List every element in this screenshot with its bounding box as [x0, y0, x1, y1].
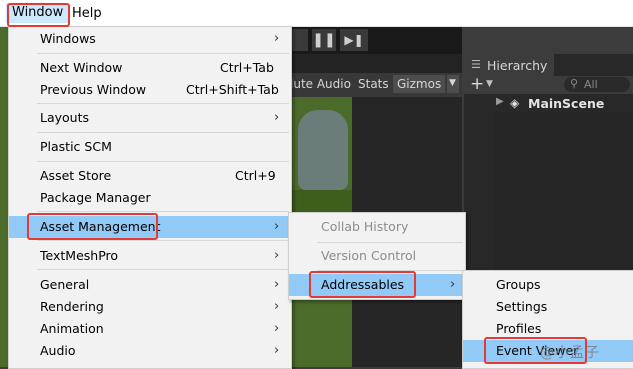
menu-item-label: Animation [40, 321, 104, 336]
search-placeholder: All [584, 78, 598, 91]
menu-separator [37, 269, 289, 270]
menu-item-plastic-scm[interactable]: Plastic SCM [9, 136, 291, 158]
menu-item-windows[interactable]: Windows › [9, 28, 291, 50]
menu-item-animation[interactable]: Animation › [9, 318, 291, 340]
chevron-right-icon: › [274, 219, 280, 234]
menu-item-label: General [40, 277, 90, 292]
gizmos-dropdown[interactable]: ▼ [447, 75, 459, 93]
tab-hierarchy[interactable]: ☰ Hierarchy [464, 54, 554, 76]
menu-item-rendering[interactable]: Rendering › [9, 296, 291, 318]
chevron-right-icon: › [450, 277, 456, 292]
menu-item-next-window[interactable]: Next Window Ctrl+Tab [9, 57, 291, 79]
menu-item-general[interactable]: General › [9, 274, 291, 296]
hierarchy-icon: ☰ [471, 58, 481, 71]
hierarchy-tab-label: Hierarchy [487, 58, 548, 73]
shortcut-label: Ctrl+Tab [220, 60, 274, 75]
menu-item-textmeshpro[interactable]: TextMeshPro › [9, 245, 291, 267]
menu-separator [37, 132, 289, 133]
menu-separator [37, 240, 289, 241]
menu-item-layouts[interactable]: Layouts › [9, 107, 291, 129]
menu-window-label: Window [12, 5, 64, 20]
menu-separator [37, 103, 289, 104]
plus-icon[interactable]: + [470, 74, 484, 94]
menu-item-label: Addressables [321, 277, 405, 292]
menu-separator [37, 211, 289, 212]
menu-item-label: TextMeshPro [40, 248, 119, 263]
asset-management-menu: Collab History Version Control Addressab… [288, 212, 466, 300]
menu-bar: Window Help [0, 0, 633, 27]
chevron-right-icon: › [274, 31, 280, 46]
menu-item-asset-store[interactable]: Asset Store Ctrl+9 [9, 165, 291, 187]
menu-separator [37, 161, 289, 162]
menu-item-settings[interactable]: Settings [463, 296, 633, 318]
chevron-right-icon: › [274, 110, 280, 125]
game-view-toolbar: lute Audio Stats Gizmos ▼ [290, 73, 462, 97]
menu-item-profiles[interactable]: Profiles [463, 318, 633, 340]
chevron-right-icon: › [274, 277, 280, 292]
unity-icon: ◈ [510, 96, 520, 110]
menu-item-asset-management[interactable]: Asset Management › [9, 216, 291, 238]
menu-item-label: Settings [496, 299, 548, 314]
window-menu: Windows › Next Window Ctrl+Tab Previous … [8, 26, 292, 369]
menu-item-audio[interactable]: Audio › [9, 340, 291, 362]
menu-window[interactable]: Window [6, 3, 68, 23]
search-icon: ⚲ [570, 77, 579, 90]
mute-audio-button[interactable]: lute Audio [290, 77, 351, 91]
menu-item-label: Layouts [40, 110, 90, 125]
chevron-down-icon[interactable]: ▼ [486, 79, 493, 89]
menu-item-label: Collab History [321, 219, 409, 234]
menu-item-label: Windows [40, 31, 96, 46]
menu-item-previous-window[interactable]: Previous Window Ctrl+Shift+Tab [9, 79, 291, 101]
menu-item-package-manager[interactable]: Package Manager [9, 187, 291, 209]
play-controls-edge[interactable] [290, 29, 308, 51]
stats-button[interactable]: Stats [358, 77, 389, 91]
gizmos-button[interactable]: Gizmos [393, 75, 445, 93]
pause-button[interactable]: ❚❚ [312, 29, 336, 51]
menu-item-label: Plastic SCM [40, 139, 112, 154]
chevron-right-icon: › [274, 343, 280, 358]
menu-item-label: Version Control [321, 248, 417, 263]
menu-item-label: Previous Window [40, 82, 147, 97]
hierarchy-search-input[interactable]: ⚲ All [564, 77, 630, 92]
menu-separator [37, 53, 289, 54]
game-character-image [298, 110, 348, 190]
menu-item-version-control: Version Control [289, 245, 465, 267]
menu-item-label: Next Window [40, 60, 123, 75]
menu-item-collab-history: Collab History [289, 216, 465, 238]
expand-arrow-icon[interactable]: ▶ [496, 96, 504, 107]
menu-separator [317, 270, 463, 271]
shortcut-label: Ctrl+9 [235, 168, 276, 183]
menu-help[interactable]: Help [72, 6, 102, 22]
step-icon: ▶❚ [344, 33, 364, 47]
chevron-right-icon: › [274, 299, 280, 314]
pause-icon: ❚❚ [312, 32, 336, 48]
menu-item-groups[interactable]: Groups [463, 274, 633, 296]
chevron-right-icon: › [274, 248, 280, 263]
step-button[interactable]: ▶❚ [340, 29, 368, 51]
menu-item-label: Groups [496, 277, 541, 292]
menu-item-label: Audio [40, 343, 76, 358]
menu-separator [317, 242, 463, 243]
menu-item-label: Asset Store [40, 168, 112, 183]
chevron-right-icon: › [274, 321, 280, 336]
menu-item-label: Package Manager [40, 190, 151, 205]
menu-item-label: Rendering [40, 299, 104, 314]
menu-item-label: Profiles [496, 321, 542, 336]
gizmos-label: Gizmos [397, 77, 442, 91]
chevron-down-icon: ▼ [449, 78, 456, 88]
menu-item-addressables[interactable]: Addressables › [289, 274, 465, 296]
watermark: @小孟子 [540, 345, 600, 361]
scene-name: MainScene [528, 96, 605, 111]
menu-item-label: Asset Management [40, 219, 161, 234]
shortcut-label: Ctrl+Shift+Tab [186, 82, 279, 97]
